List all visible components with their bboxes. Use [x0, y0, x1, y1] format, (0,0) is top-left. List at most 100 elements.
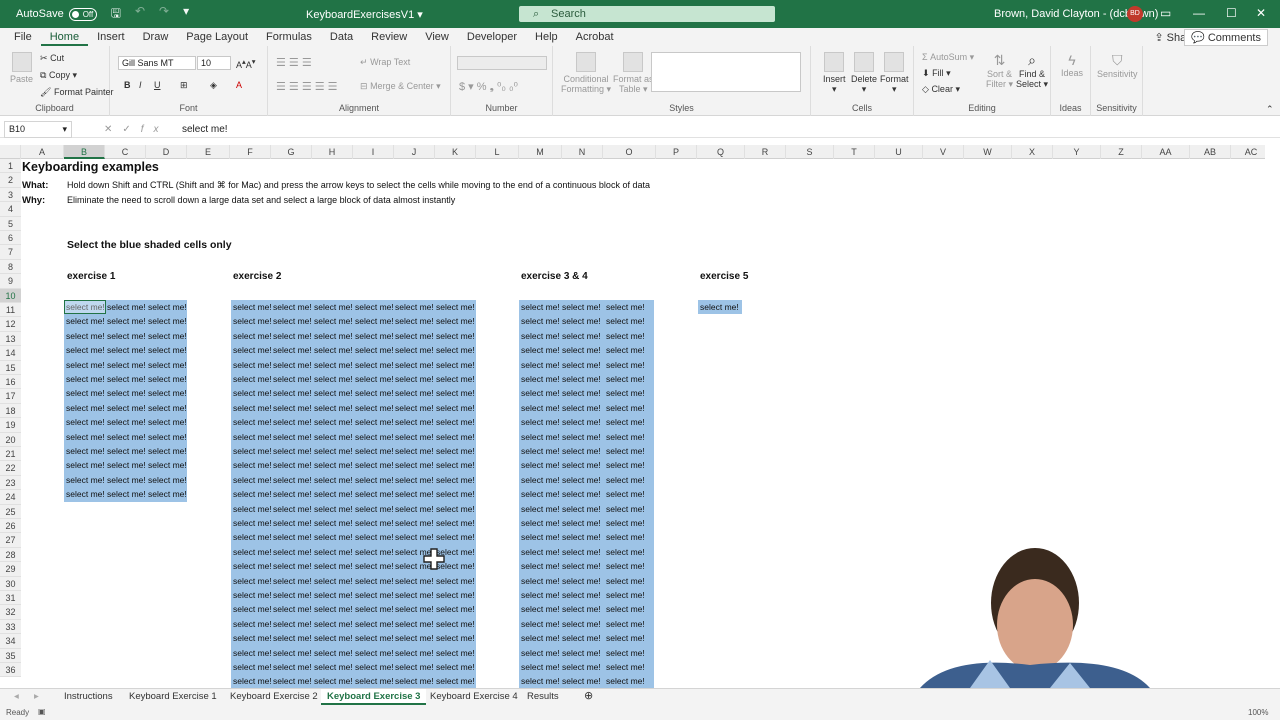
exercise-2-cell[interactable]: select me!	[395, 430, 434, 444]
exercise-2-cell[interactable]: select me!	[395, 516, 434, 530]
exercise-2-cell[interactable]: select me!	[355, 559, 394, 573]
exercise-2-cell[interactable]: select me!	[355, 444, 394, 458]
row-header-21[interactable]: 21	[0, 447, 21, 462]
exercise-2-cell[interactable]: select me!	[314, 458, 353, 472]
column-header-aa[interactable]: AA	[1142, 145, 1190, 159]
row-header-9[interactable]: 9	[0, 274, 21, 289]
exercise-2-cell[interactable]: select me!	[395, 617, 434, 631]
row-header-12[interactable]: 12	[0, 317, 21, 332]
row-header-25[interactable]: 25	[0, 504, 21, 519]
exercise-2-cell[interactable]: select me!	[355, 487, 394, 501]
column-header-i[interactable]: I	[353, 145, 394, 159]
exercise-2-cell[interactable]: select me!	[233, 487, 272, 501]
sheet-tab-exercise-3[interactable]: Keyboard Exercise 3	[321, 689, 427, 705]
exercise-2-cell[interactable]: select me!	[314, 660, 353, 674]
exercise-1-cell[interactable]: select me!	[107, 487, 146, 501]
exercise-1-cell[interactable]: select me!	[148, 329, 187, 343]
exercise-3-cell[interactable]: select me!	[606, 631, 645, 645]
exercise-2-cell[interactable]: select me!	[273, 516, 312, 530]
exercise-2-cell[interactable]: select me!	[233, 444, 272, 458]
exercise-2-cell[interactable]: select me!	[355, 458, 394, 472]
exercise-2-cell[interactable]: select me!	[273, 602, 312, 616]
exercise-3-cell[interactable]: select me!	[606, 545, 645, 559]
exercise-2-cell[interactable]: select me!	[273, 329, 312, 343]
column-header-g[interactable]: G	[271, 145, 312, 159]
row-header-18[interactable]: 18	[0, 403, 21, 419]
column-header-w[interactable]: W	[964, 145, 1012, 159]
exercise-2-cell[interactable]: select me!	[273, 487, 312, 501]
exercise-1-cell[interactable]: select me!	[148, 372, 187, 386]
exercise-1-cell[interactable]: select me!	[148, 444, 187, 458]
exercise-3-cell[interactable]: select me!	[562, 458, 601, 472]
exercise-2-cell[interactable]: select me!	[395, 473, 434, 487]
column-header-r[interactable]: R	[745, 145, 786, 159]
row-header-31[interactable]: 31	[0, 591, 21, 606]
exercise-2-cell[interactable]: select me!	[395, 415, 434, 429]
why-text[interactable]: Eliminate the need to scroll down a larg…	[67, 195, 455, 205]
exercise-3-cell[interactable]: select me!	[606, 444, 645, 458]
exercise-3-cell[interactable]: select me!	[521, 545, 560, 559]
insert-button[interactable]: Insert ▾	[823, 52, 846, 95]
exercise-3-cell[interactable]: select me!	[521, 502, 560, 516]
exercise-2-cell[interactable]: select me!	[314, 530, 353, 544]
formula-input[interactable]: select me!	[182, 124, 228, 135]
sheet-title[interactable]: Keyboarding examples	[22, 160, 159, 174]
number-format-select[interactable]	[457, 56, 547, 70]
exercise-3-cell[interactable]: select me!	[521, 588, 560, 602]
close-icon[interactable]: ✕	[1256, 6, 1266, 20]
row-header-22[interactable]: 22	[0, 461, 21, 476]
exercise-2-cell[interactable]: select me!	[233, 372, 272, 386]
exercise-2-cell[interactable]: select me!	[436, 386, 475, 400]
exercise-1-cell[interactable]: select me!	[107, 358, 146, 372]
exercise-2-cell[interactable]: select me!	[273, 502, 312, 516]
exercise-1-cell[interactable]: select me!	[107, 343, 146, 357]
exercise-2-cell[interactable]: select me!	[273, 559, 312, 573]
exercise-2-cell[interactable]: select me!	[395, 646, 434, 660]
exercise-2-cell[interactable]: select me!	[436, 487, 475, 501]
exercise-3-cell[interactable]: select me!	[521, 444, 560, 458]
exercise-2-cell[interactable]: select me!	[436, 329, 475, 343]
exercise-1-cell[interactable]: select me!	[148, 300, 187, 314]
save-icon[interactable]: 🖫	[111, 4, 121, 25]
exercise-1-cell[interactable]: select me!	[66, 458, 105, 472]
exercise-2-cell[interactable]: select me!	[233, 646, 272, 660]
exercise-2-cell[interactable]: select me!	[273, 646, 312, 660]
exercise-5-cell[interactable]: select me!	[700, 300, 739, 314]
exercise-2-cell[interactable]: select me!	[355, 343, 394, 357]
exercise-2-cell[interactable]: select me!	[355, 401, 394, 415]
exercise-3-cell[interactable]: select me!	[606, 588, 645, 602]
select-all-corner[interactable]	[0, 145, 21, 159]
exercise-2-cell[interactable]: select me!	[233, 602, 272, 616]
exercise-3-cell[interactable]: select me!	[521, 559, 560, 573]
find-select-button[interactable]: ⌕ Find & Select ▾	[1016, 52, 1048, 90]
exercise-1-cell[interactable]: select me!	[148, 430, 187, 444]
exercise-2-cell[interactable]: select me!	[314, 588, 353, 602]
exercise-2-cell[interactable]: select me!	[273, 473, 312, 487]
exercise-3-cell[interactable]: select me!	[562, 631, 601, 645]
exercise-1-cell[interactable]: select me!	[148, 386, 187, 400]
exercise-2-cell[interactable]: select me!	[355, 674, 394, 688]
exercise-3-cell[interactable]: select me!	[606, 617, 645, 631]
exercise-2-cell[interactable]: select me!	[233, 314, 272, 328]
exercise-3-cell[interactable]: select me!	[521, 458, 560, 472]
exercise-3-cell[interactable]: select me!	[606, 415, 645, 429]
exercise-2-cell[interactable]: select me!	[273, 300, 312, 314]
name-box-dropdown-icon[interactable]: ▾	[62, 122, 67, 137]
exercise-2-cell[interactable]: select me!	[314, 372, 353, 386]
why-label[interactable]: Why:	[22, 195, 45, 206]
font-size-select[interactable]: 10	[197, 56, 231, 70]
maximize-icon[interactable]: ☐	[1226, 6, 1237, 20]
exercise-3-cell[interactable]: select me!	[606, 372, 645, 386]
exercise-1-cell[interactable]: select me!	[66, 473, 105, 487]
fill-color-icon[interactable]: ◈	[210, 80, 217, 91]
exercise-2-cell[interactable]: select me!	[436, 314, 475, 328]
exercise-1-cell[interactable]: select me!	[148, 343, 187, 357]
exercise-3-cell[interactable]: select me!	[521, 314, 560, 328]
exercise-2-cell[interactable]: select me!	[273, 386, 312, 400]
exercise-2-cell[interactable]: select me!	[314, 430, 353, 444]
exercise-3-cell[interactable]: select me!	[606, 660, 645, 674]
exercise-2-cell[interactable]: select me!	[273, 444, 312, 458]
format-painter-button[interactable]: 🖌 Format Painter	[40, 87, 113, 98]
exercise-3-cell[interactable]: select me!	[521, 300, 560, 314]
exercise-3-cell[interactable]: select me!	[562, 473, 601, 487]
